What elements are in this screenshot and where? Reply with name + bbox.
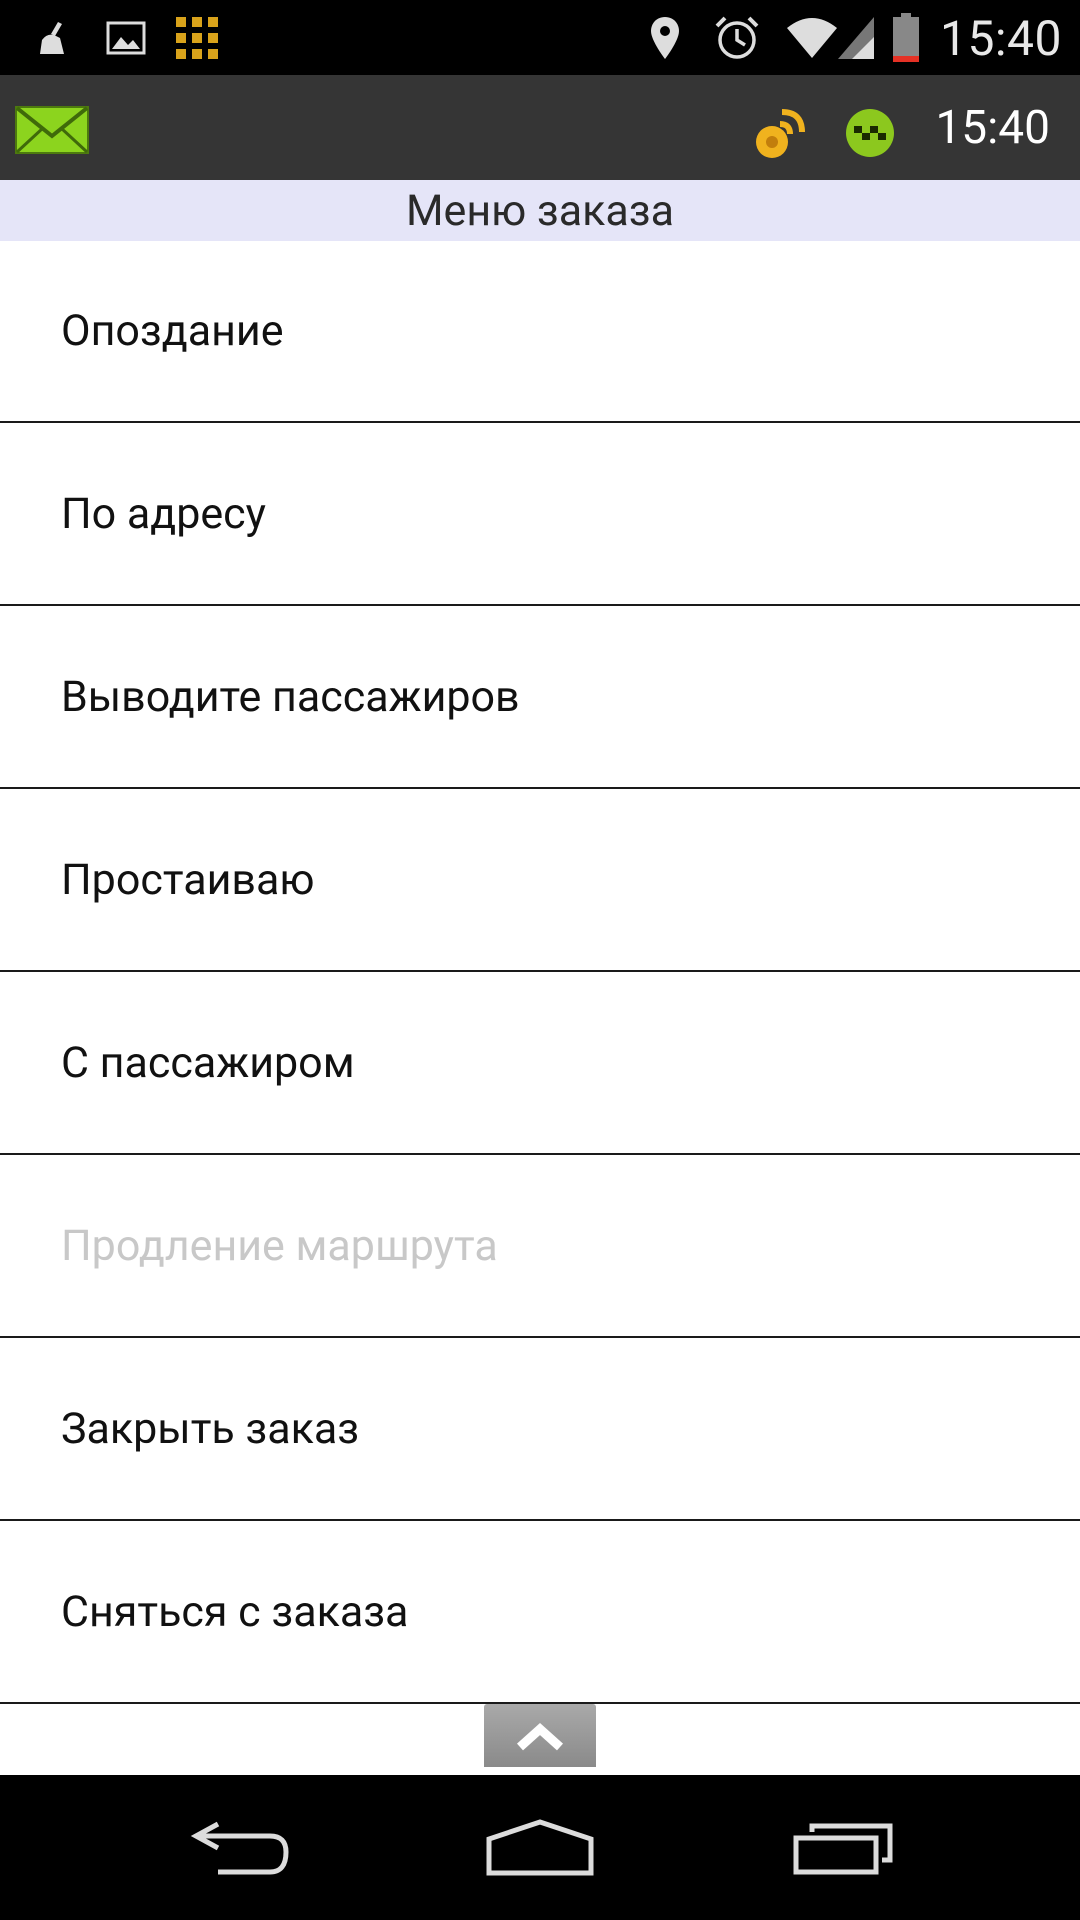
menu-item-label: Выводите пассажиров (61, 671, 520, 722)
gps-signal-icon[interactable] (752, 105, 808, 163)
gallery-icon (104, 0, 148, 75)
alarm-icon (713, 0, 761, 75)
menu-item-label: По адресу (61, 488, 267, 539)
menu-item-label: С пассажиром (61, 1037, 355, 1088)
menu-item-label: Продление маршрута (61, 1220, 498, 1271)
grid-app-icon (172, 0, 222, 75)
menu-item-close-order[interactable]: Закрыть заказ (0, 1338, 1080, 1521)
battery-icon (890, 0, 922, 75)
scroll-up-button[interactable] (484, 1704, 596, 1767)
menu-item-with-passenger[interactable]: С пассажиром (0, 972, 1080, 1155)
wifi-icon (784, 0, 840, 75)
page-title: Меню заказа (0, 180, 1080, 241)
menu-item-at-address[interactable]: По адресу (0, 423, 1080, 606)
taxi-status-icon[interactable] (844, 107, 896, 159)
back-icon[interactable] (140, 1775, 340, 1920)
menu-item-label: Закрыть заказ (61, 1403, 360, 1454)
signal-icon (836, 0, 876, 75)
mail-icon[interactable] (14, 105, 90, 155)
menu-item-extend-route: Продление маршрута (0, 1155, 1080, 1338)
menu-item-label: Простаиваю (61, 854, 315, 905)
menu-item-cancel-order[interactable]: Сняться с заказа (0, 1521, 1080, 1704)
status-bar-time: 15:40 (939, 10, 1062, 67)
menu-item-bring-passengers[interactable]: Выводите пассажиров (0, 606, 1080, 789)
app-bar: 15:40 (0, 75, 1080, 180)
order-menu-list: Опоздание По адресу Выводите пассажиров … (0, 241, 1080, 1704)
menu-item-late[interactable]: Опоздание (0, 241, 1080, 423)
home-icon[interactable] (440, 1775, 640, 1920)
app-bar-time: 15:40 (935, 101, 1050, 155)
cleaner-icon (34, 0, 74, 75)
menu-item-label: Опоздание (61, 306, 284, 356)
menu-item-label: Сняться с заказа (61, 1586, 409, 1637)
menu-item-idle[interactable]: Простаиваю (0, 789, 1080, 972)
status-bar: 15:40 (0, 0, 1080, 75)
location-icon (645, 0, 685, 75)
chevron-up-icon (516, 1722, 564, 1750)
navigation-bar (0, 1775, 1080, 1920)
recent-apps-icon[interactable] (744, 1775, 944, 1920)
